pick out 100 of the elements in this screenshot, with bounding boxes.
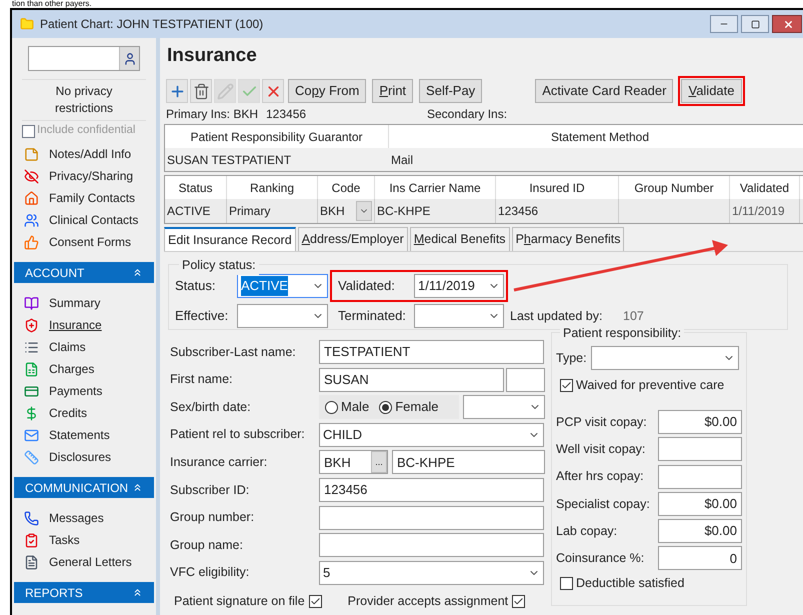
sidebar-link[interactable]: Summary bbox=[49, 294, 100, 312]
date-dropdown[interactable] bbox=[237, 304, 328, 328]
field-label: Group number: bbox=[170, 509, 256, 526]
maximize-button[interactable] bbox=[741, 15, 769, 33]
checkbox-label: Patient signature on file bbox=[174, 592, 305, 610]
date-dropdown[interactable] bbox=[414, 304, 504, 328]
sidebar-link[interactable]: Payments bbox=[49, 382, 102, 400]
sidebar-link[interactable]: Tasks bbox=[49, 531, 80, 549]
input-field[interactable]: $0.00 bbox=[658, 519, 742, 544]
dropdown-button[interactable] bbox=[356, 201, 372, 221]
tab[interactable]: Address/Employer bbox=[298, 227, 408, 251]
table-row[interactable]: ACTIVE Primary BKH BC-KHPE 123456 1/11/2019 bbox=[165, 199, 803, 223]
sidebar-link[interactable]: Notes/Addl Info bbox=[49, 145, 132, 163]
field-label: VFC eligibility: bbox=[170, 564, 250, 582]
pencil-icon bbox=[216, 82, 234, 100]
input-field[interactable] bbox=[658, 464, 742, 489]
status-dropdown[interactable]: ACTIVE bbox=[237, 274, 328, 298]
sidebar-link[interactable]: Insurance bbox=[49, 316, 102, 334]
checkbox-label: Include confidential bbox=[37, 123, 136, 138]
checkbox[interactable] bbox=[560, 576, 573, 590]
field-value: 107 bbox=[623, 308, 644, 325]
radio-label: Male bbox=[341, 398, 370, 416]
section-header[interactable]: COMMUNICATION bbox=[14, 477, 154, 498]
table-cell-text: BC-KHPE bbox=[377, 203, 430, 220]
tab[interactable]: Edit Insurance Record bbox=[164, 227, 296, 251]
field-label: Well visit copay: bbox=[556, 440, 646, 458]
radio-button[interactable] bbox=[325, 400, 338, 414]
sidebar-link[interactable]: Clinical Contacts bbox=[49, 211, 138, 229]
tab[interactable]: Medical Benefits bbox=[410, 227, 510, 251]
collapse-icon bbox=[132, 267, 143, 278]
toolbar-button[interactable]: Activate Card Reader bbox=[535, 79, 674, 103]
checkbox-label: Deductible satisfied bbox=[576, 575, 684, 592]
carrier-code-field[interactable]: BKH ... bbox=[319, 450, 388, 474]
browse-button[interactable]: ... bbox=[371, 451, 387, 474]
cancel-button[interactable] bbox=[262, 79, 284, 103]
field-label: Validated: bbox=[338, 277, 396, 296]
input-field[interactable] bbox=[319, 533, 544, 558]
table-cell-text: BKH bbox=[320, 203, 345, 220]
phone-icon bbox=[24, 510, 39, 526]
delete-button[interactable] bbox=[190, 79, 212, 103]
card-icon bbox=[24, 384, 39, 398]
tab[interactable]: Pharmacy Benefits bbox=[512, 227, 624, 251]
input-field[interactable]: 123456 bbox=[319, 478, 544, 502]
input-field[interactable]: $0.00 bbox=[658, 410, 742, 434]
toolbar-button[interactable]: Print bbox=[372, 79, 414, 103]
toolbar-button[interactable]: Self-Pay bbox=[419, 79, 482, 103]
dropdown[interactable]: 5 bbox=[319, 560, 544, 585]
field-label: Group name: bbox=[170, 536, 244, 554]
field-label: Insurance carrier: bbox=[170, 454, 268, 471]
input-field[interactable] bbox=[506, 368, 545, 392]
close-button[interactable] bbox=[772, 15, 802, 33]
sidebar-link[interactable]: Charges bbox=[49, 360, 94, 378]
note-icon bbox=[24, 146, 39, 162]
sidebar-link[interactable]: Messages bbox=[49, 509, 104, 527]
input-field[interactable] bbox=[658, 437, 742, 462]
radio-button[interactable] bbox=[379, 400, 392, 414]
input-field[interactable]: TESTPATIENT bbox=[319, 340, 544, 364]
people-icon bbox=[24, 212, 39, 228]
input-field[interactable]: 0 bbox=[658, 546, 742, 570]
sidebar-link[interactable]: Claims bbox=[49, 338, 86, 356]
checkbox[interactable] bbox=[512, 594, 526, 608]
sidebar-link[interactable]: Disclosures bbox=[49, 448, 112, 466]
field-label: Terminated: bbox=[338, 307, 407, 326]
field-label: After hrs copay: bbox=[556, 468, 645, 486]
date-dropdown[interactable]: 1/11/2019 bbox=[414, 274, 504, 298]
trash-icon bbox=[192, 82, 210, 100]
sidebar-link[interactable]: General Letters bbox=[49, 553, 132, 571]
sidebar-link[interactable]: Privacy/Sharing bbox=[49, 167, 134, 185]
list-icon bbox=[24, 340, 39, 354]
close-icon bbox=[783, 18, 794, 30]
input-field[interactable] bbox=[319, 506, 544, 530]
primary-ins-id: 123456 bbox=[266, 106, 308, 123]
radio-label: Female bbox=[395, 398, 439, 416]
date-dropdown[interactable] bbox=[463, 395, 545, 420]
input-field[interactable]: BC-KHPE bbox=[392, 450, 545, 474]
toolbar-button[interactable]: Validate bbox=[681, 78, 742, 103]
type-dropdown[interactable] bbox=[590, 346, 739, 370]
caption-text: tion than other payers. bbox=[12, 0, 92, 8]
sidebar-link[interactable]: Consent Forms bbox=[49, 233, 132, 251]
add-button[interactable] bbox=[166, 79, 188, 103]
search-field[interactable] bbox=[28, 46, 140, 71]
field-label: Coinsurance %: bbox=[556, 550, 646, 568]
checkbox[interactable] bbox=[308, 594, 322, 608]
section-header[interactable]: REPORTS bbox=[14, 582, 154, 603]
toolbar-button[interactable]: Copy From bbox=[288, 79, 366, 103]
table-cell-text: Mail bbox=[390, 152, 414, 168]
table-cell-text: ACTIVE bbox=[167, 203, 210, 220]
dropdown[interactable]: CHILD bbox=[319, 422, 544, 447]
sidebar-link[interactable]: Credits bbox=[49, 404, 88, 422]
input-field[interactable]: SUSAN bbox=[319, 368, 504, 392]
field-label: Status: bbox=[175, 277, 216, 296]
column-header: Statement Method bbox=[550, 128, 650, 146]
section-header[interactable]: ACCOUNT bbox=[14, 262, 154, 283]
input-field[interactable]: $0.00 bbox=[658, 492, 742, 516]
sidebar-link[interactable]: Statements bbox=[49, 426, 110, 444]
checkbox[interactable] bbox=[560, 378, 573, 392]
thumbs-up-icon bbox=[24, 234, 39, 250]
sidebar-link[interactable]: Family Contacts bbox=[49, 189, 136, 207]
field-label: Patient rel to subscriber: bbox=[170, 426, 306, 444]
field-label: PCP visit copay: bbox=[556, 414, 648, 431]
